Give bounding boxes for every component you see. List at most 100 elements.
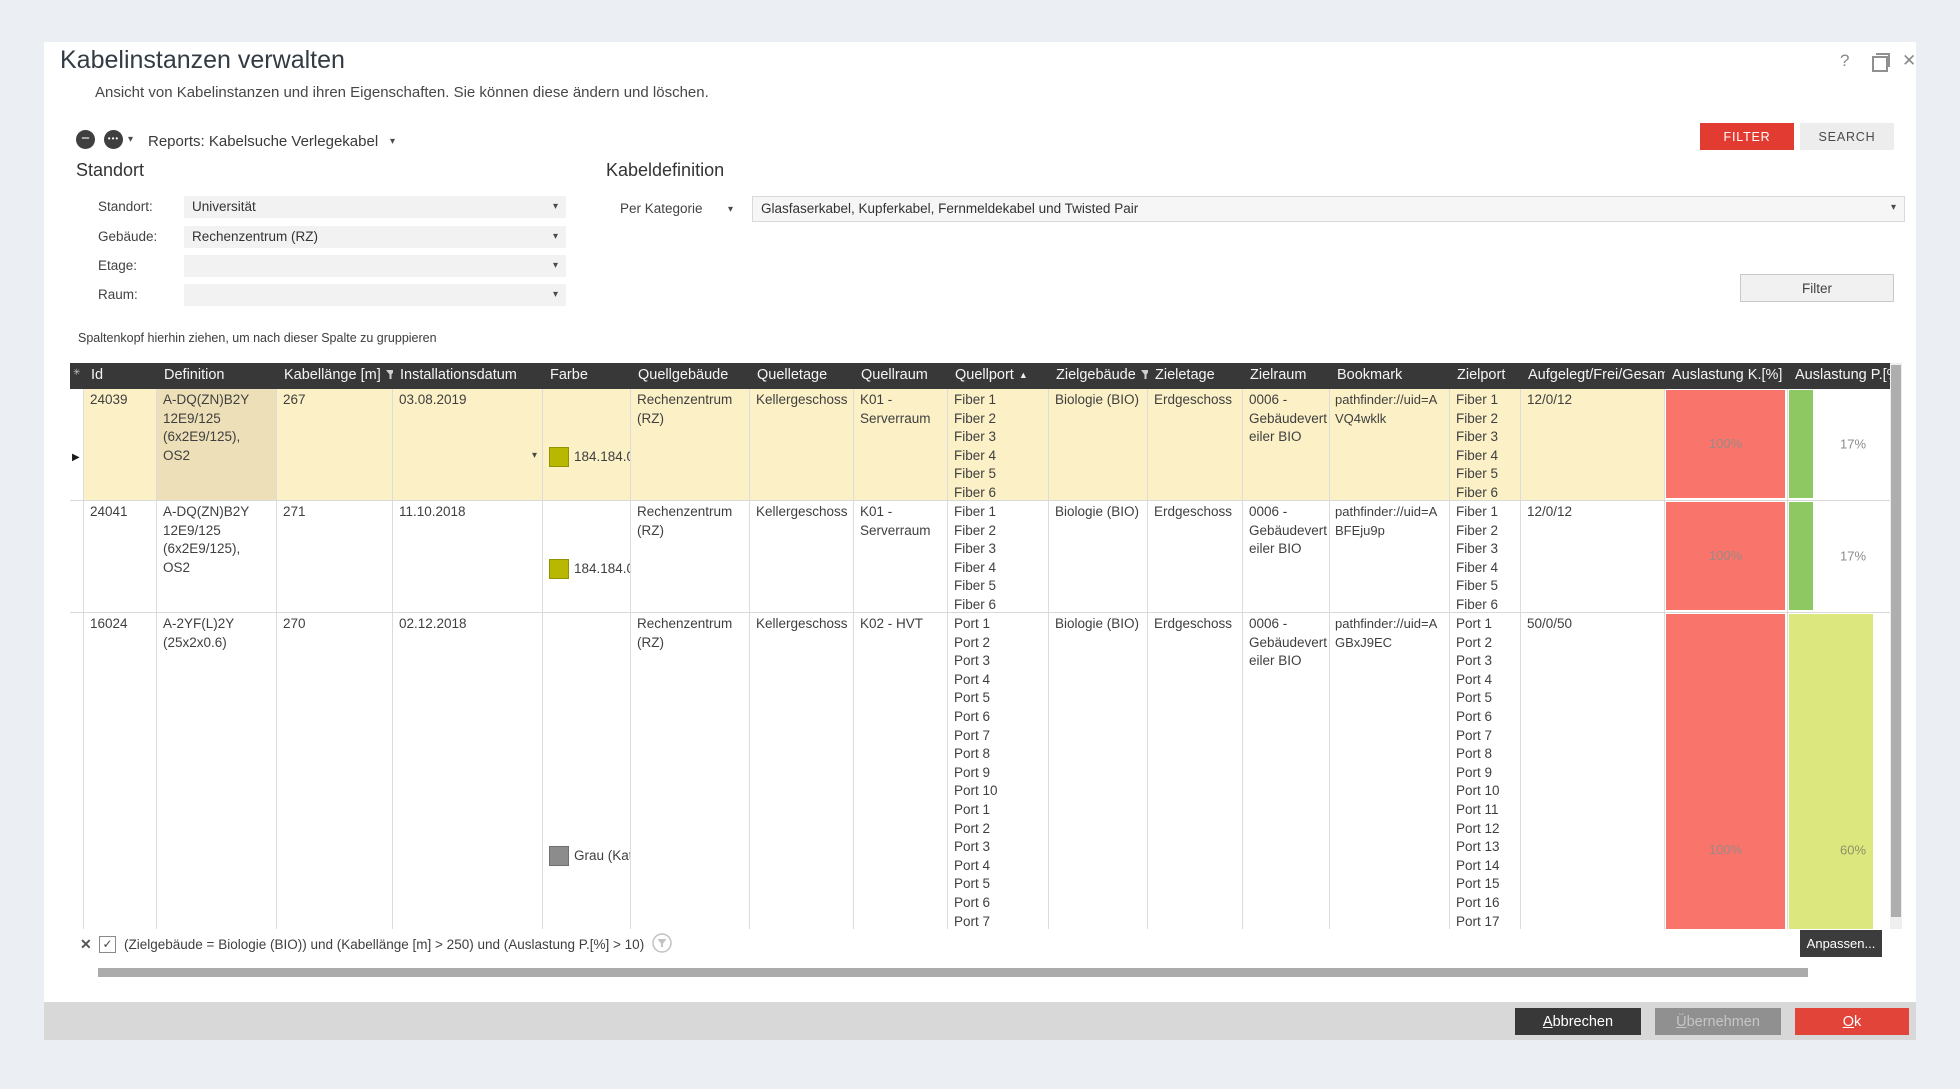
cell-auslastung-p[interactable]: 17% [1788,501,1890,613]
standort-select[interactable]: Universität ▾ [184,196,566,218]
cell-aufgelegt[interactable]: 12/0/12 [1521,501,1665,613]
abbrechen-button[interactable]: Abbrechen [1515,1008,1641,1035]
ok-button[interactable]: Ok [1795,1008,1909,1035]
cell-auslastung-k[interactable]: 100% [1665,501,1788,613]
cell-quelletage[interactable]: Kellergeschoss [750,389,854,501]
filter-funnel-icon[interactable] [386,370,393,380]
chevron-down-icon[interactable]: ▾ [553,232,558,242]
cell-kabellaenge[interactable]: 267 [277,389,393,501]
reports-dropdown[interactable]: Reports: Kabelsuche Verlegekabel [148,133,378,150]
col-header-installationsdatum[interactable]: Installationsdatum [393,363,543,389]
cell-zielport[interactable]: Fiber 1 Fiber 2 Fiber 3 Fiber 4 Fiber 5 … [1450,389,1521,501]
cell-quellgebaeude[interactable]: Rechenzentrum (RZ) [631,501,750,613]
cell-zielport[interactable]: Fiber 1 Fiber 2 Fiber 3 Fiber 4 Fiber 5 … [1450,501,1521,613]
more-actions-caret-icon[interactable]: ▾ [128,135,133,145]
cell-definition[interactable]: A-DQ(ZN)B2Y 12E9/125 (6x2E9/125), OS2 [157,389,277,501]
filter-funnel-icon[interactable] [1141,370,1148,380]
col-header-quellraum[interactable]: Quellraum [854,363,948,389]
table-row[interactable]: ▶ 24039 A-DQ(ZN)B2Y 12E9/125 (6x2E9/125)… [70,389,1890,501]
table-row[interactable]: 16024 A-2YF(L)2Y (25x2x0.6) 270 02.12.20… [70,613,1890,929]
col-header-quelletage[interactable]: Quelletage [750,363,854,389]
filter-expression[interactable]: (Zielgebäude = Biologie (BIO)) und (Kabe… [124,937,644,952]
col-header-id[interactable]: Id [84,363,157,389]
cell-farbe[interactable]: 184.184.0 [543,389,631,501]
cell-quellgebaeude[interactable]: Rechenzentrum (RZ) [631,389,750,501]
chevron-down-icon[interactable]: ▾ [553,261,558,271]
kategorie-combobox[interactable]: Glasfaserkabel, Kupferkabel, Fernmeldeka… [752,196,1905,222]
cell-zielport[interactable]: Port 1 Port 2 Port 3 Port 4 Port 5 Port … [1450,613,1521,929]
cell-zielgebaeude[interactable]: Biologie (BIO) [1049,389,1148,501]
cell-kabellaenge[interactable]: 270 [277,613,393,929]
horizontal-scrollbar[interactable] [98,968,1808,977]
cell-bookmark[interactable]: pathfinder://uid=A GBxJ9EC [1330,613,1450,929]
restore-icon[interactable] [1872,56,1888,72]
per-kategorie-dropdown[interactable]: Per Kategorie [620,201,703,216]
col-header-farbe[interactable]: Farbe [543,363,631,389]
chevron-down-icon[interactable]: ▾ [553,202,558,212]
search-tab-button[interactable]: SEARCH [1800,123,1894,150]
cell-quellraum[interactable]: K01 - Serverraum [854,501,948,613]
chevron-down-icon[interactable]: ▾ [1891,203,1896,213]
cell-kabellaenge[interactable]: 271 [277,501,393,613]
cell-quellgebaeude[interactable]: Rechenzentrum (RZ) [631,613,750,929]
cell-aufgelegt[interactable]: 50/0/50 [1521,613,1665,929]
cell-zieletage[interactable]: Erdgeschoss [1148,613,1243,929]
gebaeude-select[interactable]: Rechenzentrum (RZ) ▾ [184,226,566,248]
cell-aufgelegt[interactable]: 12/0/12 [1521,389,1665,501]
col-header-zielraum[interactable]: Zielraum [1243,363,1330,389]
cell-auslastung-p[interactable]: 17% [1788,389,1890,501]
col-header-aufgelegt[interactable]: Aufgelegt/Frei/Gesamt [1521,363,1665,389]
cell-definition[interactable]: A-2YF(L)2Y (25x2x0.6) [157,613,277,929]
col-header-zielport[interactable]: Zielport [1450,363,1521,389]
chevron-down-icon[interactable]: ▾ [532,451,537,461]
per-kategorie-caret-icon[interactable]: ▾ [728,205,733,215]
filter-tab-button[interactable]: FILTER [1700,123,1794,150]
cell-id[interactable]: 24041 [84,501,157,613]
chevron-down-icon[interactable]: ▾ [553,290,558,300]
etage-select[interactable]: ▾ [184,255,566,277]
cell-installationsdatum[interactable]: 02.12.2018 [393,613,543,929]
anpassen-button[interactable]: Anpassen... [1800,930,1882,957]
uebernehmen-button[interactable]: Übernehmen [1655,1008,1781,1035]
table-row[interactable]: 24041 A-DQ(ZN)B2Y 12E9/125 (6x2E9/125), … [70,501,1890,613]
filter-button[interactable]: Filter [1740,274,1894,302]
cell-installationsdatum[interactable]: 03.08.2019▾ [393,389,543,501]
col-header-kabellaenge[interactable]: Kabellänge [m] [277,363,393,389]
cell-zielraum[interactable]: 0006 - Gebäudevert eiler BIO [1243,613,1330,929]
filter-funnel-circle-icon[interactable] [652,933,672,953]
col-header-bookmark[interactable]: Bookmark [1330,363,1450,389]
cell-zielgebaeude[interactable]: Biologie (BIO) [1049,613,1148,929]
cell-id[interactable]: 24039 [84,389,157,501]
cell-auslastung-k[interactable]: 100% [1665,613,1788,929]
cell-zielraum[interactable]: 0006 - Gebäudevert eiler BIO [1243,501,1330,613]
cell-bookmark[interactable]: pathfinder://uid=A BFEju9p [1330,501,1450,613]
cell-quelletage[interactable]: Kellergeschoss [750,501,854,613]
cell-quellraum[interactable]: K01 - Serverraum [854,389,948,501]
cell-auslastung-p[interactable]: 60% [1788,613,1890,929]
cell-quelletage[interactable]: Kellergeschoss [750,613,854,929]
col-header-auslastung-p[interactable]: Auslastung P.[%] [1788,363,1890,389]
cell-quellraum[interactable]: K02 - HVT [854,613,948,929]
reports-caret-icon[interactable]: ▾ [390,137,395,147]
cell-auslastung-k[interactable]: 100% [1665,389,1788,501]
cell-zieletage[interactable]: Erdgeschoss [1148,389,1243,501]
cell-zieletage[interactable]: Erdgeschoss [1148,501,1243,613]
more-actions-button[interactable]: ••• [104,130,123,149]
cell-quellport[interactable]: Fiber 1 Fiber 2 Fiber 3 Fiber 4 Fiber 5 … [948,389,1049,501]
cell-quellport[interactable]: Port 1 Port 2 Port 3 Port 4 Port 5 Port … [948,613,1049,929]
cell-farbe[interactable]: 184.184.0 [543,501,631,613]
col-header-zieletage[interactable]: Zieletage [1148,363,1243,389]
col-header-auslastung-k[interactable]: Auslastung K.[%] [1665,363,1788,389]
cell-quellport[interactable]: Fiber 1 Fiber 2 Fiber 3 Fiber 4 Fiber 5 … [948,501,1049,613]
remove-filter-icon[interactable]: ✕ [80,936,92,953]
col-header-quellport[interactable]: Quellport▲ [948,363,1049,389]
cell-installationsdatum[interactable]: 11.10.2018 [393,501,543,613]
vertical-scrollbar[interactable] [1890,363,1902,929]
col-header-zielgebaeude[interactable]: Zielgebäude [1049,363,1148,389]
close-icon[interactable]: ✕ [1902,52,1916,69]
scrollbar-thumb[interactable] [1891,365,1901,917]
raum-select[interactable]: ▾ [184,284,566,306]
col-header-quellgebaeude[interactable]: Quellgebäude [631,363,750,389]
filter-enabled-checkbox[interactable]: ✓ [99,936,116,953]
cell-farbe[interactable]: Grau (Kat [543,613,631,929]
